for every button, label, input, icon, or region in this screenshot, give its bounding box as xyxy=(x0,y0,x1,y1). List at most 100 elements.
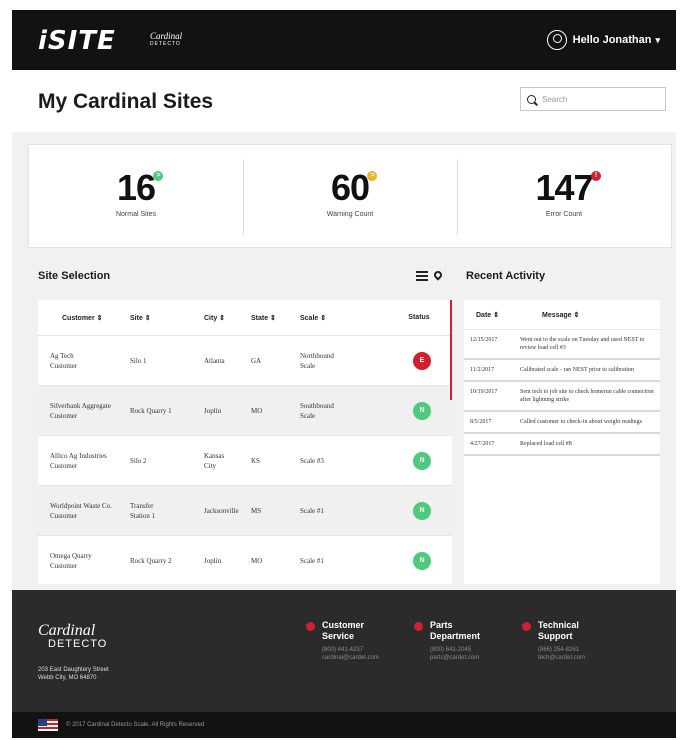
search-icon xyxy=(527,94,536,104)
list-item[interactable]: 8/5/2017 Called customer to check-in abou… xyxy=(464,412,660,434)
activity-table-body: 12/15/2017 Went out to the scale on Tuesd… xyxy=(464,330,660,456)
logo-text: iSITE xyxy=(38,26,116,56)
scale-cell: Scale #1 xyxy=(300,506,324,515)
activity-table-header: Date ⇕ Message ⇕ xyxy=(464,300,660,330)
table-row[interactable]: Ag Tech Customer Silo 1 Atlanta GA Northboun… xyxy=(38,336,452,386)
gear-icon xyxy=(414,622,423,631)
footer: Cardinal DETECTO 203 East Daughtery Stre… xyxy=(12,590,676,712)
activity-date: 4/27/2017 xyxy=(470,441,495,447)
footer-address: 203 East Daughtery Street Webb City, MO … xyxy=(38,667,109,681)
site-selection-title: Site Selection xyxy=(38,270,111,282)
error-badge-icon: ! xyxy=(590,171,601,181)
truck-icon xyxy=(306,622,315,631)
state-cell: GA xyxy=(251,356,262,365)
col-message[interactable]: Message ⇕ xyxy=(520,311,660,319)
state-cell: MO xyxy=(251,556,263,565)
stat-normal[interactable]: 16 > Normal Sites xyxy=(29,145,243,247)
app-frame: iSITE Cardinal DETECTO Hello Jonathan ▾ … xyxy=(12,10,676,738)
top-nav: iSITE Cardinal DETECTO Hello Jonathan ▾ xyxy=(12,10,676,70)
state-cell: MO xyxy=(251,406,263,415)
status-cell: N xyxy=(402,501,442,520)
email-link[interactable]: tech@cardet.com xyxy=(538,654,638,662)
map-pin-icon[interactable] xyxy=(432,269,444,281)
headset-icon xyxy=(522,622,531,631)
sites-table-header: Customer ⇕ Site ⇕ City ⇕ State ⇕ Scale ⇕… xyxy=(38,300,452,336)
table-row[interactable]: Worldpoint Waste Co. Customer Transfer St… xyxy=(38,486,452,536)
site-cell: Silo 2 xyxy=(130,456,147,465)
state-cell: KS xyxy=(251,456,260,465)
activity-message: Calibrated scale - ran NEST prior to cal… xyxy=(520,367,635,373)
scale-cell: Scale #1 xyxy=(300,556,324,565)
state-cell: MS xyxy=(251,506,262,515)
phone[interactable]: (800) 441-4237 xyxy=(322,646,422,654)
search-input[interactable] xyxy=(542,94,652,104)
customer-cell: Silverbank Aggregate Customer xyxy=(50,401,111,420)
site-cell: Transfer Station 1 xyxy=(130,501,156,520)
list-item[interactable]: 12/15/2017 Went out to the scale on Tuesd… xyxy=(464,330,660,360)
city-cell: Atlanta xyxy=(204,356,225,365)
status-badge[interactable]: E xyxy=(413,351,431,370)
customer-cell: Omega Quarry Customer xyxy=(50,551,92,570)
activity-date: 10/19/2017 xyxy=(470,389,498,395)
col-city[interactable]: City ⇕ xyxy=(204,314,251,322)
table-row[interactable]: Allico Ag Industries Customer Silo 2 Kansa… xyxy=(38,436,452,486)
status-cell: N xyxy=(402,551,442,570)
status-badge[interactable]: N xyxy=(413,451,431,470)
search-box[interactable] xyxy=(520,87,666,111)
status-badge[interactable]: N xyxy=(413,501,431,520)
list-item[interactable]: 4/27/2017 Replaced load cell #8 xyxy=(464,434,660,456)
phone[interactable]: (866) 254-8261 xyxy=(538,646,638,654)
status-badge[interactable]: N xyxy=(413,401,431,420)
table-row[interactable]: Omega Quarry Customer Rock Quarry 2 Joplin… xyxy=(38,536,452,584)
stat-label: Error Count xyxy=(545,211,583,218)
activity-message: Called customer to check-in about weight… xyxy=(520,419,642,425)
page-title: My Cardinal Sites xyxy=(38,90,214,113)
normal-badge-icon: > xyxy=(153,171,164,181)
stat-label: Normal Sites xyxy=(115,211,157,218)
customer-cell: Allico Ag Industries Customer xyxy=(50,451,107,470)
table-row[interactable]: Silverbank Aggregate Customer Rock Quarry… xyxy=(38,386,452,436)
stat-value: 16 > xyxy=(117,167,164,209)
list-view-icon[interactable] xyxy=(416,271,428,281)
col-customer[interactable]: Customer ⇕ xyxy=(38,314,130,322)
scale-cell: Scale #3 xyxy=(300,456,324,465)
city-cell: Joplin xyxy=(204,556,222,565)
city-cell: Kansas City xyxy=(204,451,225,470)
col-date[interactable]: Date ⇕ xyxy=(464,311,520,319)
activity-date: 11/2/2017 xyxy=(470,367,495,373)
list-item[interactable]: 10/19/2017 Sent tech to job site to check… xyxy=(464,382,660,412)
phone[interactable]: (800) 641-2045 xyxy=(430,646,530,654)
user-greeting: Hello Jonathan xyxy=(572,34,652,46)
sites-table: Customer ⇕ Site ⇕ City ⇕ State ⇕ Scale ⇕… xyxy=(38,300,452,584)
city-cell: Joplin xyxy=(204,406,222,415)
site-cell: Silo 1 xyxy=(130,356,147,365)
activity-date: 8/5/2017 xyxy=(470,419,492,425)
activity-message: Replaced load cell #8 xyxy=(520,441,572,447)
site-cell: Rock Quarry 2 xyxy=(130,556,172,565)
activity-date: 12/15/2017 xyxy=(470,337,498,343)
email-link[interactable]: parts@cardet.com xyxy=(430,654,530,662)
stat-label: Warning Count xyxy=(326,211,374,218)
activity-message: Went out to the scale on Tuesday and use… xyxy=(520,337,645,351)
scale-cell: Southbound Scale xyxy=(300,401,334,420)
customer-service-contact: Customer Service (800) 441-4237 cardinal@c… xyxy=(306,620,422,662)
view-toggle xyxy=(416,269,444,281)
table-scrollbar[interactable] xyxy=(450,300,452,400)
customer-cell: Ag Tech Customer xyxy=(50,351,78,370)
list-item[interactable]: 11/2/2017 Calibrated scale - ran NEST pri… xyxy=(464,360,660,382)
us-flag-icon[interactable] xyxy=(38,719,58,731)
status-badge[interactable]: N xyxy=(413,551,431,570)
col-state[interactable]: State ⇕ xyxy=(251,314,300,322)
technical-support-contact: Technical Support (866) 254-8261 tech@card… xyxy=(522,620,638,662)
warning-badge-icon: > xyxy=(367,171,378,181)
copyright-text: © 2017 Cardinal Detecto Scale. All Right… xyxy=(66,722,205,728)
user-menu[interactable]: Hello Jonathan ▾ xyxy=(546,30,660,50)
isite-logo[interactable]: iSITE Cardinal DETECTO xyxy=(38,22,182,58)
stat-warning[interactable]: 60 > Warning Count xyxy=(243,145,457,247)
col-scale[interactable]: Scale ⇕ xyxy=(300,314,402,322)
stat-error[interactable]: 147! Error Count xyxy=(457,145,671,247)
col-site[interactable]: Site ⇕ xyxy=(130,314,204,322)
activity-message: Sent tech to job site to check homerun c… xyxy=(520,389,654,403)
email-link[interactable]: cardinal@cardet.com xyxy=(322,654,422,662)
sites-table-body: Ag Tech Customer Silo 1 Atlanta GA Northboun… xyxy=(38,336,452,584)
